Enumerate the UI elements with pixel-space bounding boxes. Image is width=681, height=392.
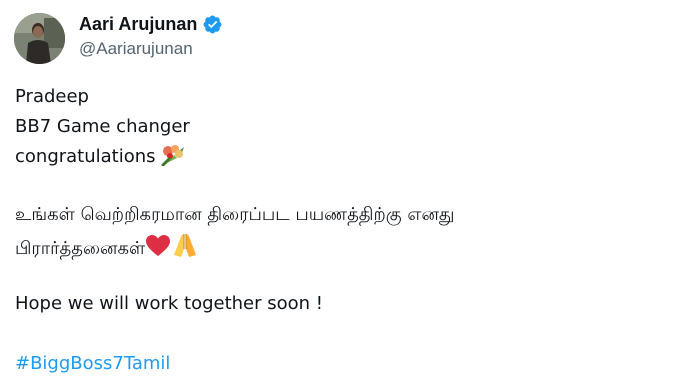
red-heart-icon — [145, 234, 171, 258]
tweet-text-fragment: பிரார்த்தனைகள் — [15, 238, 146, 259]
tweet-card: Aari Arujunan @Aariarujunan Pradeep BB7 … — [0, 0, 681, 392]
avatar[interactable] — [14, 13, 65, 64]
tweet-text-line: Hope we will work together soon ! — [15, 293, 323, 314]
author-display-name[interactable]: Aari Arujunan — [79, 14, 197, 35]
tweet-text-fragment: congratulations — [15, 146, 156, 167]
folded-hands-icon — [172, 232, 198, 258]
author-handle[interactable]: @Aariarujunan — [79, 39, 193, 59]
tweet-text-line-with-emoji: congratulations — [15, 144, 188, 170]
hashtag-link[interactable]: #BiggBoss7Tamil — [15, 351, 170, 377]
tweet-text-line: உங்கள் வெற்றிகரமான திரைப்பட பயணத்திற்கு … — [15, 204, 455, 225]
verified-badge-icon[interactable] — [202, 14, 223, 35]
tweet-text-line: BB7 Game changer — [15, 116, 190, 137]
author-name-row: Aari Arujunan — [79, 12, 223, 36]
tweet-text-line: Pradeep — [15, 86, 89, 107]
bouquet-icon — [160, 144, 188, 166]
tweet-text-line-with-emoji: பிரார்த்தனைகள் — [15, 232, 198, 262]
